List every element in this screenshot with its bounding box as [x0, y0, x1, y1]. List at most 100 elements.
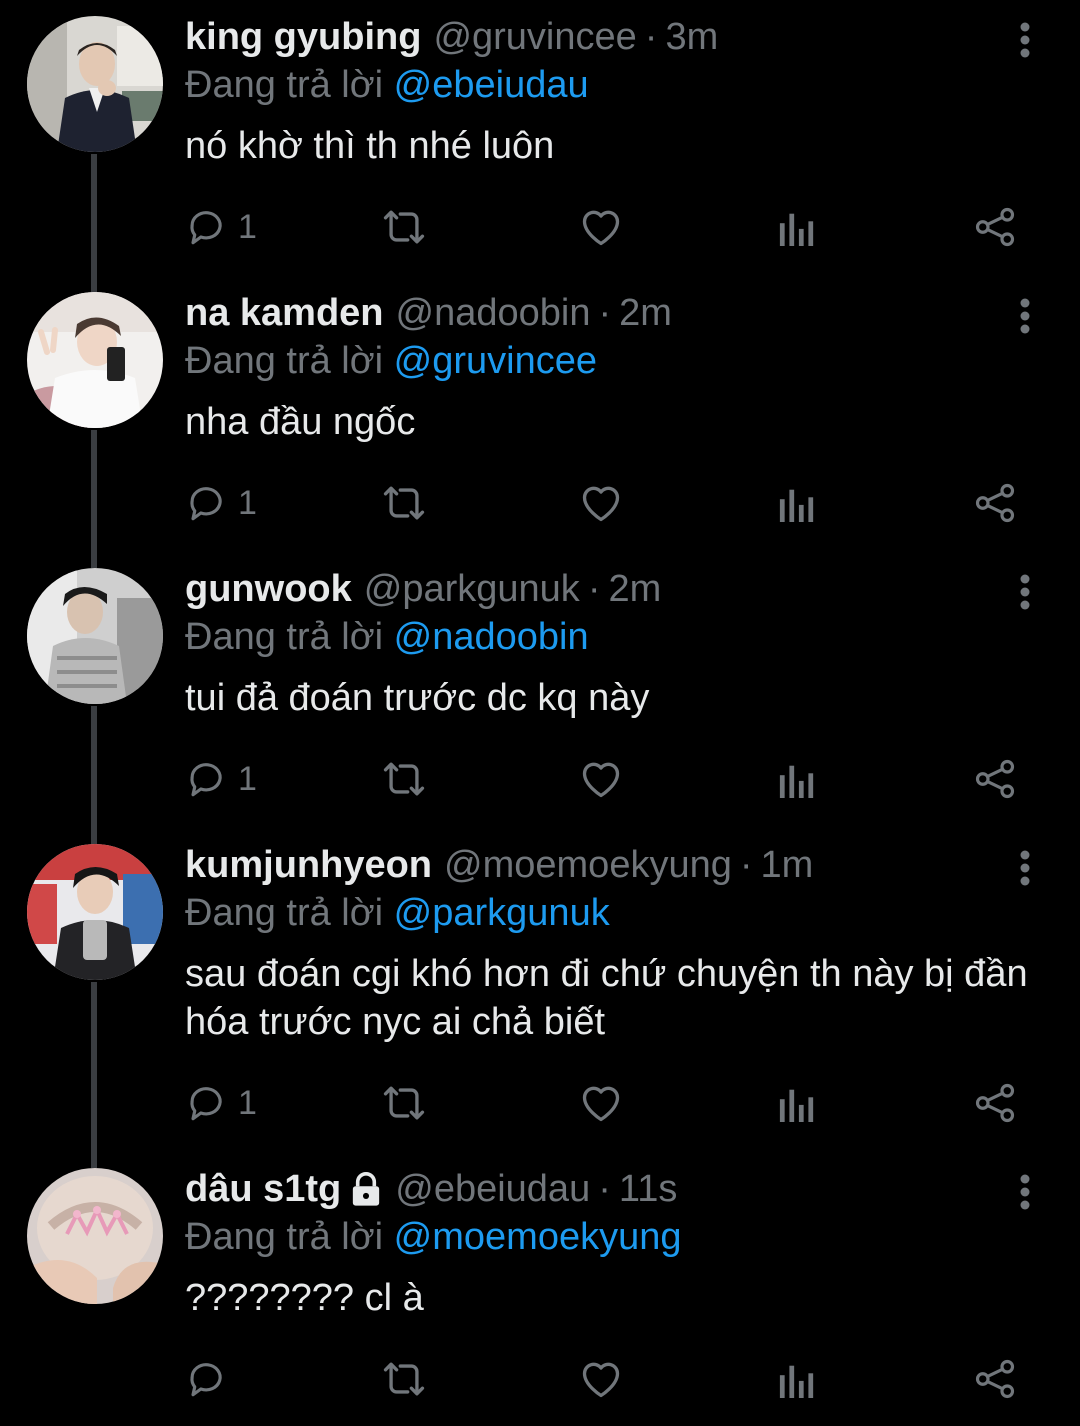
display-name[interactable]: gunwook [185, 564, 352, 614]
views-button[interactable] [778, 1354, 816, 1404]
reply-button[interactable] [186, 1354, 238, 1404]
replying-to: Đang trả lời @gruvincee [185, 336, 597, 386]
username[interactable]: @moemoekyung [444, 840, 732, 890]
replying-to: Đang trả lời @parkgunuk [185, 888, 610, 938]
share-icon [975, 483, 1015, 523]
heart-icon [582, 1086, 620, 1122]
like-button[interactable] [579, 754, 623, 804]
share-icon [975, 1083, 1015, 1123]
views-icon [779, 1089, 814, 1122]
mention-link[interactable]: @gruvincee [394, 340, 597, 382]
lock-icon [353, 1172, 380, 1206]
share-icon [975, 1359, 1015, 1399]
action-bar: 1 [0, 478, 1080, 528]
username[interactable]: @gruvincee [433, 12, 636, 62]
display-name[interactable]: dâu s1tg [185, 1164, 341, 1214]
display-name[interactable]: kumjunhyeon [185, 840, 432, 890]
like-button[interactable] [579, 202, 623, 252]
retweet-button[interactable] [380, 202, 428, 252]
avatar[interactable] [27, 568, 163, 704]
separator: · [598, 292, 612, 334]
retweet-button[interactable] [380, 1078, 428, 1128]
action-bar [0, 1354, 1080, 1404]
share-button[interactable] [974, 754, 1016, 804]
avatar[interactable] [27, 292, 163, 428]
heart-icon [582, 210, 620, 246]
thread-line [91, 982, 97, 1168]
retweet-button[interactable] [380, 754, 428, 804]
more-vertical-icon[interactable] [1005, 1174, 1045, 1214]
tweet-header: king gyubing @gruvincee · 3m [185, 12, 990, 62]
heart-icon [582, 486, 620, 522]
action-bar: 1 [0, 1078, 1080, 1128]
reply-count: 1 [238, 1083, 257, 1122]
reply-count: 1 [238, 207, 257, 246]
mention-link[interactable]: @moemoekyung [394, 1216, 682, 1258]
views-icon [779, 489, 814, 522]
separator: · [739, 844, 753, 886]
share-icon [975, 207, 1015, 247]
share-button[interactable] [974, 478, 1016, 528]
share-button[interactable] [974, 1354, 1016, 1404]
username[interactable]: @ebeiudau [395, 1164, 590, 1214]
like-button[interactable] [579, 478, 623, 528]
retweet-icon [383, 762, 425, 796]
avatar[interactable] [27, 1168, 163, 1304]
replying-to-label: Đang trả lời [185, 64, 384, 106]
username[interactable]: @parkgunuk [364, 564, 580, 614]
reply-thread: king gyubing @gruvincee · 3m Đang trả lờ… [0, 0, 1080, 1426]
like-button[interactable] [579, 1078, 623, 1128]
separator: · [598, 1168, 611, 1210]
reply-button[interactable]: 1 [186, 478, 257, 528]
views-button[interactable] [778, 754, 816, 804]
more-vertical-icon[interactable] [1005, 850, 1045, 890]
views-button[interactable] [778, 1078, 816, 1128]
views-icon [779, 213, 814, 246]
replying-to-label: Đang trả lời [185, 1216, 384, 1258]
views-button[interactable] [778, 478, 816, 528]
heart-icon [582, 1362, 620, 1398]
share-button[interactable] [974, 1078, 1016, 1128]
like-button[interactable] [579, 1354, 623, 1404]
tweet-header: kumjunhyeon @moemoekyung · 1m [185, 840, 990, 890]
retweet-button[interactable] [380, 1354, 428, 1404]
reply-button[interactable]: 1 [186, 202, 257, 252]
reply-count: 1 [238, 759, 257, 798]
reply-icon [190, 1363, 222, 1397]
reply-icon [190, 211, 222, 245]
retweet-button[interactable] [380, 478, 428, 528]
views-button[interactable] [778, 202, 816, 252]
avatar[interactable] [27, 16, 163, 152]
replying-to: Đang trả lời @nadoobin [185, 612, 589, 662]
avatar[interactable] [27, 844, 163, 980]
heart-icon [582, 762, 620, 798]
reply-button[interactable]: 1 [186, 1078, 257, 1128]
mention-link[interactable]: @nadoobin [394, 616, 589, 658]
tweet-header: dâu s1tg @ebeiudau · 11s [185, 1164, 990, 1214]
retweet-icon [383, 210, 425, 244]
views-icon [779, 1365, 814, 1398]
display-name[interactable]: na kamden [185, 288, 384, 338]
display-name[interactable]: king gyubing [185, 12, 421, 62]
mention-link[interactable]: @ebeiudau [394, 64, 589, 106]
timestamp[interactable]: 1m [761, 840, 814, 890]
timestamp[interactable]: 2m [619, 288, 672, 338]
mention-link[interactable]: @parkgunuk [394, 892, 610, 934]
reply-count: 1 [238, 483, 257, 522]
tweet-text: nó khờ thì th nhé luôn [185, 125, 555, 167]
separator: · [587, 568, 601, 610]
reply-button[interactable]: 1 [186, 754, 257, 804]
more-vertical-icon[interactable] [1005, 298, 1045, 338]
share-icon [975, 759, 1015, 799]
separator: · [644, 16, 658, 58]
timestamp[interactable]: 3m [665, 12, 718, 62]
share-button[interactable] [974, 202, 1016, 252]
more-vertical-icon[interactable] [1005, 574, 1045, 614]
timestamp[interactable]: 11s [619, 1164, 677, 1214]
tweet-header: gunwook @parkgunuk · 2m [185, 564, 990, 614]
replying-to: Đang trả lời @ebeiudau [185, 60, 589, 110]
more-vertical-icon[interactable] [1005, 22, 1045, 62]
username[interactable]: @nadoobin [396, 288, 591, 338]
timestamp[interactable]: 2m [608, 564, 661, 614]
retweet-icon [383, 1086, 425, 1120]
